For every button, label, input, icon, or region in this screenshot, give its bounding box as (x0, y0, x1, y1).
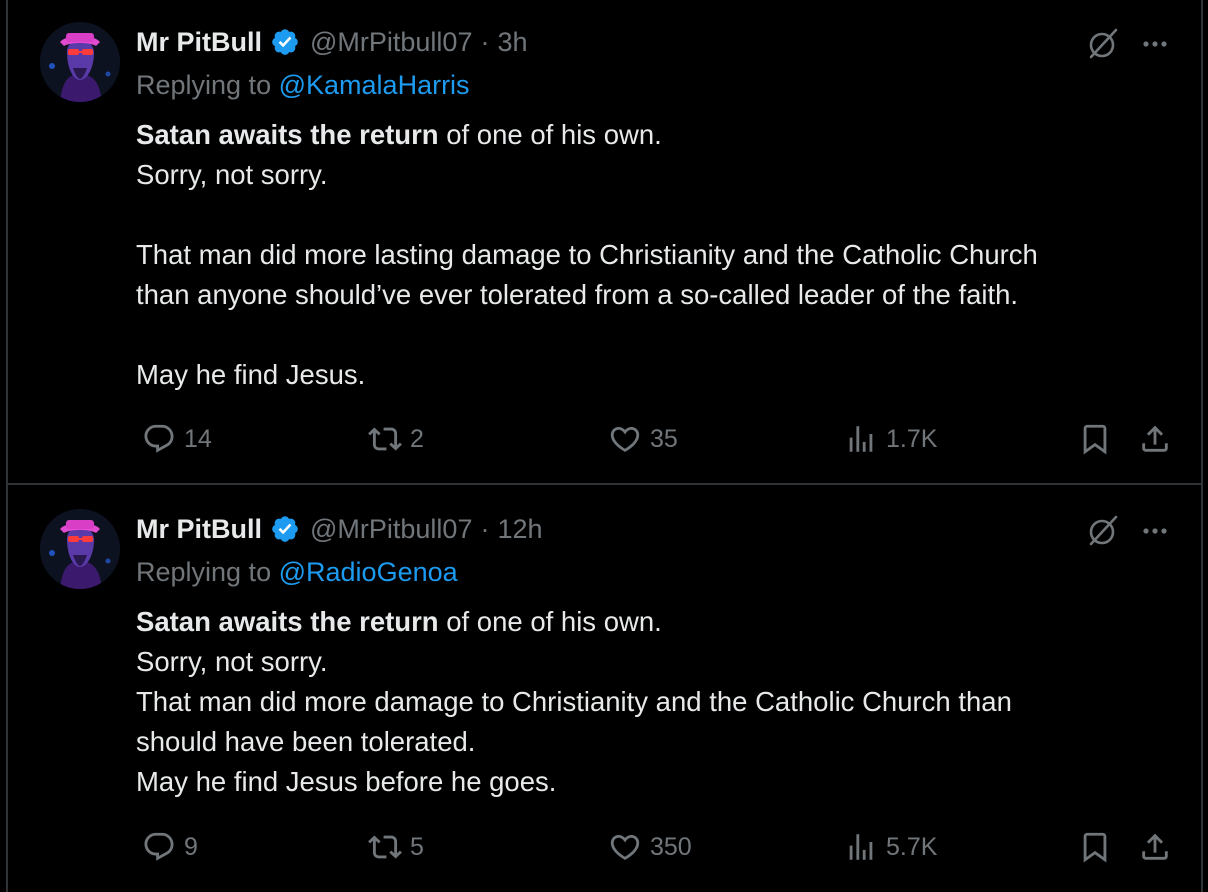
share-button[interactable] (1138, 421, 1172, 457)
tweet-text-line: May he find Jesus before he goes. (136, 766, 557, 797)
display-name[interactable]: Mr PitBull (136, 27, 262, 58)
tweet-header: Mr PitBull @MrPitbull07 · 3h (136, 24, 528, 60)
share-icon (1142, 833, 1168, 860)
tweet[interactable]: Mr PitBull @MrPitbull07 · 12h Replying t… (8, 487, 1201, 892)
views-count: 1.7K (886, 424, 938, 453)
repost-button[interactable]: 2 (368, 421, 424, 457)
tweet[interactable]: Mr PitBull @MrPitbull07 · 3h Replying to… (8, 0, 1201, 485)
reply-button[interactable]: 14 (142, 421, 212, 457)
replying-to-mention[interactable]: @RadioGenoa (279, 557, 458, 587)
separator-dot: · (480, 513, 490, 544)
grok-icon[interactable] (1085, 513, 1121, 549)
tweet-text-line: Sorry, not sorry. (136, 159, 328, 190)
avatar[interactable] (40, 22, 120, 102)
tweet-text-line: That man did more damage to Christianity… (136, 686, 1012, 717)
views-icon (849, 426, 873, 452)
tweet-text: Satan awaits the return of one of his ow… (136, 602, 1166, 802)
tweet-text-line: May he find Jesus. (136, 359, 366, 390)
bookmark-icon (1083, 832, 1107, 863)
tweet-text-bold: Satan awaits the return (136, 119, 439, 150)
like-button[interactable]: 350 (608, 829, 692, 865)
timeline: Mr PitBull @MrPitbull07 · 3h Replying to… (6, 0, 1203, 892)
separator-dot: · (480, 26, 490, 57)
bookmark-icon (1083, 424, 1107, 455)
replying-to-label: Replying to (136, 557, 272, 587)
replying-to-label: Replying to (136, 70, 272, 100)
verified-badge-icon (270, 514, 300, 544)
tweet-text-rest: of one of his own. (438, 606, 662, 637)
tweet-header: Mr PitBull @MrPitbull07 · 12h (136, 511, 543, 547)
views-count: 5.7K (886, 832, 938, 861)
replying-to-line: Replying to @RadioGenoa (136, 557, 458, 588)
timestamp[interactable]: 12h (497, 514, 542, 545)
grok-icon[interactable] (1085, 26, 1121, 62)
repost-icon (368, 427, 402, 451)
avatar[interactable] (40, 509, 120, 589)
tweet-text-line: That man did more lasting damage to Chri… (136, 239, 1038, 270)
repost-count: 5 (410, 832, 424, 861)
tweet-text: Satan awaits the return of one of his ow… (136, 115, 1166, 395)
action-bar: 9 5 350 5.7K (136, 829, 1201, 865)
tweet-text-bold: Satan awaits the return (136, 606, 439, 637)
action-bar: 14 2 35 1.7K (136, 421, 1201, 457)
timestamp[interactable]: 3h (497, 27, 527, 58)
reply-icon (144, 424, 174, 453)
more-icon[interactable] (1137, 26, 1173, 62)
views-icon (849, 834, 873, 860)
like-count: 350 (650, 832, 692, 861)
share-button[interactable] (1138, 829, 1172, 865)
like-icon (610, 834, 640, 860)
tweet-text-line: than anyone should’ve ever tolerated fro… (136, 279, 1019, 310)
like-count: 35 (650, 424, 678, 453)
avatar-pitbull-image (40, 22, 120, 102)
user-handle[interactable]: @MrPitbull07 (310, 514, 472, 545)
share-icon (1142, 425, 1168, 452)
user-handle[interactable]: @MrPitbull07 (310, 27, 472, 58)
replying-to-line: Replying to @KamalaHarris (136, 70, 470, 101)
more-icon[interactable] (1137, 513, 1173, 549)
reply-count: 14 (184, 424, 212, 453)
reply-icon (144, 832, 174, 861)
reply-button[interactable]: 9 (142, 829, 198, 865)
avatar-pitbull-image (40, 509, 120, 589)
like-button[interactable]: 35 (608, 421, 678, 457)
tweet-text-line: Satan awaits the return of one of his ow… (136, 115, 1166, 155)
reply-count: 9 (184, 832, 198, 861)
bookmark-button[interactable] (1078, 421, 1112, 457)
tweet-text-line: should have been tolerated. (136, 726, 476, 757)
like-icon (610, 426, 640, 452)
repost-count: 2 (410, 424, 424, 453)
repost-button[interactable]: 5 (368, 829, 424, 865)
tweet-text-line: Satan awaits the return of one of his ow… (136, 602, 1166, 642)
tweet-text-line: Sorry, not sorry. (136, 646, 328, 677)
replying-to-mention[interactable]: @KamalaHarris (279, 70, 470, 100)
bookmark-button[interactable] (1078, 829, 1112, 865)
display-name[interactable]: Mr PitBull (136, 514, 262, 545)
repost-icon (368, 835, 402, 859)
verified-badge-icon (270, 27, 300, 57)
views-button[interactable]: 5.7K (844, 829, 937, 865)
views-button[interactable]: 1.7K (844, 421, 937, 457)
tweet-text-rest: of one of his own. (438, 119, 662, 150)
